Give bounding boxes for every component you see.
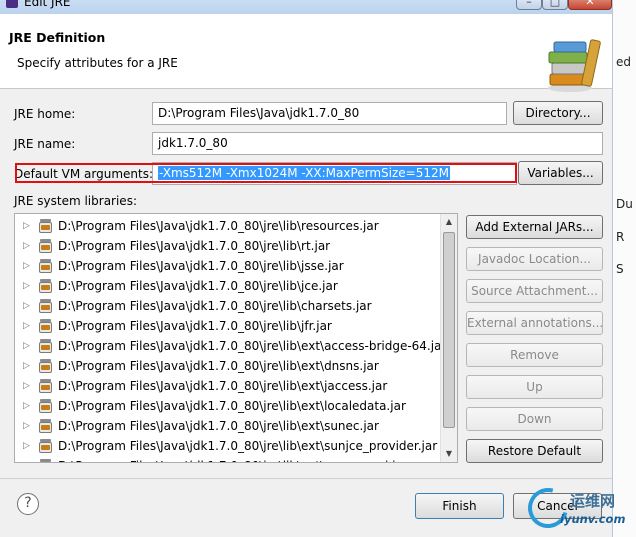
jar-file-icon [38, 219, 53, 234]
library-path: D:\Program Files\Java\jdk1.7.0_80\jre\li… [58, 339, 447, 353]
scroll-down-arrow-icon[interactable]: ▼ [441, 446, 457, 462]
jar-file-icon [38, 459, 53, 462]
expand-arrow-icon[interactable]: ▷ [23, 316, 30, 336]
system-libraries-label: JRE system libraries: [14, 194, 137, 208]
library-tree-row[interactable]: ▷ D:\Program Files\Java\jdk1.7.0_80\jre\l… [15, 396, 445, 416]
expand-arrow-icon[interactable]: ▷ [23, 296, 30, 316]
background-text-fragment: S [616, 262, 624, 276]
jar-file-icon [38, 419, 53, 434]
library-tree-row[interactable]: ▷ D:\Program Files\Java\jdk1.7.0_80\jre\l… [15, 436, 445, 456]
library-tree-row[interactable]: ▷ D:\Program Files\Java\jdk1.7.0_80\jre\l… [15, 256, 445, 276]
library-tree-row[interactable]: ▷ D:\Program Files\Java\jdk1.7.0_80\jre\l… [15, 456, 445, 462]
library-path: D:\Program Files\Java\jdk1.7.0_80\jre\li… [58, 219, 379, 233]
library-tree-row[interactable]: ▷ D:\Program Files\Java\jdk1.7.0_80\jre\l… [15, 216, 445, 236]
scrollbar-thumb[interactable] [443, 232, 455, 428]
library-path: D:\Program Files\Java\jdk1.7.0_80\jre\li… [58, 259, 344, 273]
expand-arrow-icon[interactable]: ▷ [23, 256, 30, 276]
add-external-jars-button[interactable]: Add External JARs... [466, 215, 603, 239]
background-text-fragment: R [616, 230, 625, 244]
annotation-highlight-box [15, 163, 517, 183]
background-text-fragment: Du [616, 197, 633, 211]
system-libraries-tree[interactable]: ▷ D:\Program Files\Java\jdk1.7.0_80\jre\l… [14, 213, 458, 463]
window-title: Edit JRE [24, 0, 71, 9]
jar-file-icon [38, 239, 53, 254]
directory-button[interactable]: Directory... [513, 101, 603, 125]
expand-arrow-icon[interactable]: ▷ [23, 416, 30, 436]
restore-default-button[interactable]: Restore Default [466, 439, 603, 463]
stacked-books-icon [548, 39, 601, 92]
library-tree-row[interactable]: ▷ D:\Program Files\Java\jdk1.7.0_80\jre\l… [15, 416, 445, 436]
dialog-header: JRE Definition Specify attributes for a … [0, 14, 612, 92]
library-path: D:\Program Files\Java\jdk1.7.0_80\jre\li… [58, 419, 379, 433]
jar-file-icon [38, 379, 53, 394]
library-tree-row[interactable]: ▷ D:\Program Files\Java\jdk1.7.0_80\jre\l… [15, 336, 447, 356]
up-button[interactable]: Up [466, 375, 603, 399]
jre-name-label: JRE name: [14, 137, 76, 151]
down-button[interactable]: Down [466, 407, 603, 431]
eclipse-app-icon [6, 0, 18, 8]
jre-home-label: JRE home: [14, 107, 76, 121]
minimize-button[interactable]: – [516, 0, 542, 10]
expand-arrow-icon[interactable]: ▷ [23, 216, 30, 236]
expand-arrow-icon[interactable]: ▷ [23, 276, 30, 296]
expand-arrow-icon[interactable]: ▷ [23, 336, 30, 356]
remove-button[interactable]: Remove [466, 343, 603, 367]
jar-file-icon [38, 279, 53, 294]
page-title: JRE Definition [9, 30, 106, 45]
maximize-button[interactable]: □ [542, 0, 568, 10]
library-path: D:\Program Files\Java\jdk1.7.0_80\jre\li… [58, 359, 379, 373]
library-tree-row[interactable]: ▷ D:\Program Files\Java\jdk1.7.0_80\jre\l… [15, 236, 445, 256]
javadoc-location-button[interactable]: Javadoc Location... [466, 247, 603, 271]
footer-divider [0, 478, 612, 479]
expand-arrow-icon[interactable]: ▷ [23, 356, 30, 376]
library-tree-row[interactable]: ▷ D:\Program Files\Java\jdk1.7.0_80\jre\l… [15, 316, 445, 336]
close-button[interactable]: ✕ [568, 0, 612, 10]
expand-arrow-icon[interactable]: ▷ [23, 376, 30, 396]
jar-file-icon [38, 319, 53, 334]
library-path: D:\Program Files\Java\jdk1.7.0_80\jre\li… [58, 239, 331, 253]
external-annotations-button[interactable]: External annotations... [466, 311, 603, 335]
source-attachment-button[interactable]: Source Attachment... [466, 279, 603, 303]
library-path: D:\Program Files\Java\jdk1.7.0_80\jre\li… [58, 379, 388, 393]
library-path: D:\Program Files\Java\jdk1.7.0_80\jre\li… [58, 299, 372, 313]
watermark-url: iyunv.com [560, 512, 626, 526]
help-icon[interactable]: ? [17, 493, 39, 515]
scroll-up-arrow-icon[interactable]: ▲ [441, 214, 457, 230]
background-text-fragment: ed [616, 55, 631, 69]
jre-name-field[interactable]: jdk1.7.0_80 [152, 132, 603, 155]
library-path: D:\Program Files\Java\jdk1.7.0_80\jre\li… [58, 279, 338, 293]
library-path: D:\Program Files\Java\jdk1.7.0_80\jre\li… [58, 399, 406, 413]
jar-file-icon [38, 359, 53, 374]
libraries-scrollbar[interactable]: ▲ ▼ [440, 214, 457, 462]
library-tree-row[interactable]: ▷ D:\Program Files\Java\jdk1.7.0_80\jre\l… [15, 276, 445, 296]
watermark-ring-icon [520, 480, 576, 536]
library-tree-row[interactable]: ▷ D:\Program Files\Java\jdk1.7.0_80\jre\l… [15, 356, 445, 376]
jar-file-icon [38, 299, 53, 314]
library-tree-row[interactable]: ▷ D:\Program Files\Java\jdk1.7.0_80\jre\l… [15, 296, 445, 316]
expand-arrow-icon[interactable]: ▷ [23, 456, 30, 462]
jre-home-field[interactable]: D:\Program Files\Java\jdk1.7.0_80 [152, 102, 507, 125]
jar-file-icon [38, 399, 53, 414]
expand-arrow-icon[interactable]: ▷ [23, 236, 30, 256]
variables-button[interactable]: Variables... [518, 161, 603, 185]
finish-button[interactable]: Finish [415, 493, 504, 519]
page-description: Specify attributes for a JRE [17, 56, 178, 70]
jar-file-icon [38, 439, 53, 454]
watermark-chinese-text: 运维网 [570, 492, 616, 510]
jar-file-icon [38, 259, 53, 274]
library-path: D:\Program Files\Java\jdk1.7.0_80\jre\li… [58, 319, 332, 333]
library-tree-row[interactable]: ▷ D:\Program Files\Java\jdk1.7.0_80\jre\l… [15, 376, 445, 396]
library-path: D:\Program Files\Java\jdk1.7.0_80\jre\li… [58, 439, 438, 453]
jar-file-icon [38, 339, 53, 354]
expand-arrow-icon[interactable]: ▷ [23, 396, 30, 416]
expand-arrow-icon[interactable]: ▷ [23, 436, 30, 456]
library-path: D:\Program Files\Java\jdk1.7.0_80\jre\li… [58, 456, 408, 462]
watermark-logo: 运维网 iyunv.com [520, 480, 636, 536]
